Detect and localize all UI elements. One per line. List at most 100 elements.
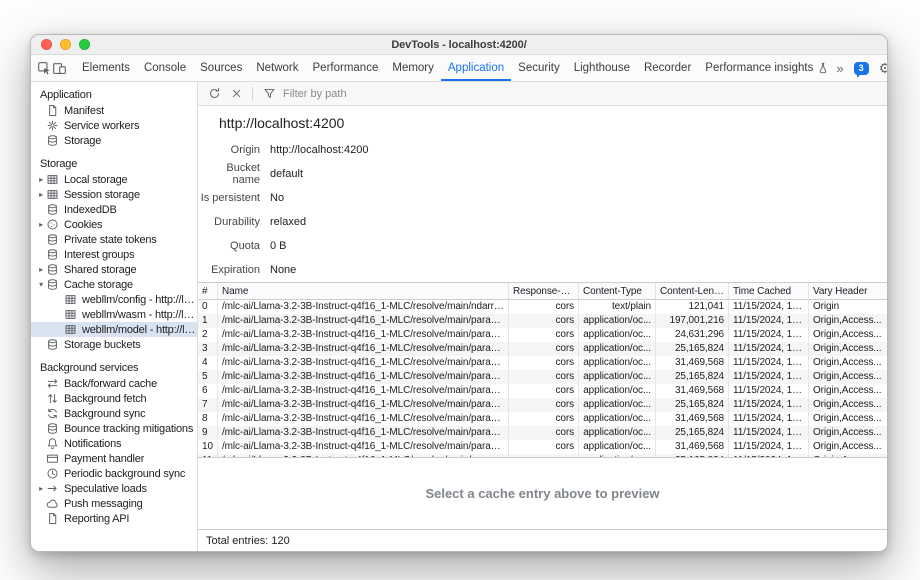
cache-entry-row[interactable]: 10/mlc-ai/Llama-3.2-3B-Instruct-q4f16_1-… — [198, 440, 887, 454]
sidebar-item-cookies[interactable]: ▸Cookies — [31, 217, 197, 232]
tab-security[interactable]: Security — [511, 55, 567, 81]
filter-by-path-input[interactable]: Filter by path — [259, 84, 347, 104]
console-messages-badge[interactable]: 3 — [854, 62, 869, 75]
inspect-element-icon[interactable] — [37, 55, 52, 81]
sidebar-item-indexeddb[interactable]: IndexedDB — [31, 202, 197, 217]
flask-icon — [817, 62, 829, 74]
sidebar-item-service-workers[interactable]: Service workers — [31, 118, 197, 133]
sidebar-item-label: Bounce tracking mitigations — [64, 423, 193, 435]
window-titlebar[interactable]: DevTools - localhost:4200/ — [31, 35, 887, 55]
expander-collapsed-icon[interactable]: ▸ — [36, 175, 46, 184]
expander-expanded-icon[interactable]: ▾ — [36, 280, 46, 289]
sidebar-item-private-state-tokens[interactable]: Private state tokens — [31, 232, 197, 247]
zoom-window-button[interactable] — [79, 39, 90, 50]
meta-row-expiration: ExpirationNone — [198, 258, 887, 282]
more-tabs-icon[interactable]: » — [836, 61, 843, 76]
expander-collapsed-icon[interactable]: ▸ — [36, 220, 46, 229]
column-header-response-type[interactable]: Response-Type — [509, 283, 579, 299]
cache-entry-row[interactable]: 6/mlc-ai/Llama-3.2-3B-Instruct-q4f16_1-M… — [198, 384, 887, 398]
tab-recorder[interactable]: Recorder — [637, 55, 698, 81]
column-header-content-type[interactable]: Content-Type — [579, 283, 656, 299]
sidebar-item-webllm-config-http-loc[interactable]: webllm/config - http://loc... — [31, 292, 197, 307]
cell-content-length: 24,631,296 — [656, 328, 729, 342]
cell-time-cached: 11/15/2024, 10... — [729, 384, 809, 398]
cache-entry-row[interactable]: 0/mlc-ai/Llama-3.2-3B-Instruct-q4f16_1-M… — [198, 300, 887, 314]
sidebar-item-speculative-loads[interactable]: ▸Speculative loads — [31, 481, 197, 496]
meta-label: Origin — [198, 144, 260, 156]
expander-collapsed-icon[interactable]: ▸ — [36, 484, 46, 493]
expander-collapsed-icon[interactable]: ▸ — [36, 265, 46, 274]
cell-time-cached: 11/15/2024, 10... — [729, 412, 809, 426]
column-header-content-length[interactable]: Content-Length — [656, 283, 729, 299]
device-toolbar-icon[interactable] — [52, 55, 67, 81]
cache-entry-row[interactable]: 1/mlc-ai/Llama-3.2-3B-Instruct-q4f16_1-M… — [198, 314, 887, 328]
sidebar-item-push-messaging[interactable]: Push messaging — [31, 496, 197, 511]
cloud-icon — [46, 497, 59, 510]
sidebar-item-webllm-wasm-http-loca[interactable]: webllm/wasm - http://loca... — [31, 307, 197, 322]
cell-content-type: application/oc... — [579, 342, 656, 356]
sidebar-item-label: Storage — [64, 135, 101, 147]
sidebar-item-notifications[interactable]: Notifications — [31, 436, 197, 451]
sidebar-item-interest-groups[interactable]: Interest groups — [31, 247, 197, 262]
table-body: 0/mlc-ai/Llama-3.2-3B-Instruct-q4f16_1-M… — [198, 300, 887, 457]
cell-vary-header: Origin,Access... — [809, 398, 887, 412]
sidebar-item-label: Interest groups — [64, 249, 134, 261]
tab-performance-insights[interactable]: Performance insights — [698, 55, 836, 81]
cache-entry-row[interactable]: 4/mlc-ai/Llama-3.2-3B-Instruct-q4f16_1-M… — [198, 356, 887, 370]
tab-label: Console — [144, 62, 186, 74]
cache-entry-row[interactable]: 5/mlc-ai/Llama-3.2-3B-Instruct-q4f16_1-M… — [198, 370, 887, 384]
cache-entry-row[interactable]: 3/mlc-ai/Llama-3.2-3B-Instruct-q4f16_1-M… — [198, 342, 887, 356]
tab-application[interactable]: Application — [441, 55, 511, 81]
cell-vary-header: Origin,Access... — [809, 426, 887, 440]
column-header-vary-header[interactable]: Vary Header — [809, 283, 887, 299]
sidebar-item-payment-handler[interactable]: Payment handler — [31, 451, 197, 466]
sidebar-item-manifest[interactable]: Manifest — [31, 103, 197, 118]
cell-response-type: cors — [509, 314, 579, 328]
cache-entry-row[interactable]: 2/mlc-ai/Llama-3.2-3B-Instruct-q4f16_1-M… — [198, 328, 887, 342]
cell-response-type: cors — [509, 440, 579, 454]
refresh-icon[interactable] — [204, 84, 224, 104]
tab-sources[interactable]: Sources — [193, 55, 249, 81]
tab-elements[interactable]: Elements — [75, 55, 137, 81]
meta-row-bucket-name: Bucket namedefault — [198, 162, 887, 186]
sidebar-item-background-fetch[interactable]: Background fetch — [31, 391, 197, 406]
cache-entry-row[interactable]: 8/mlc-ai/Llama-3.2-3B-Instruct-q4f16_1-M… — [198, 412, 887, 426]
delete-selected-icon[interactable] — [226, 84, 246, 104]
tab-label: Performance — [313, 62, 379, 74]
column-header-[interactable]: # — [198, 283, 218, 299]
sidebar-item-background-sync[interactable]: Background sync — [31, 406, 197, 421]
close-window-button[interactable] — [41, 39, 52, 50]
entries-footer: Total entries: 120 — [198, 529, 887, 551]
sidebar-item-local-storage[interactable]: ▸Local storage — [31, 172, 197, 187]
sidebar-item-bounce-tracking-mitigations[interactable]: Bounce tracking mitigations — [31, 421, 197, 436]
sidebar-item-reporting-api[interactable]: Reporting API — [31, 511, 197, 526]
tab-memory[interactable]: Memory — [385, 55, 441, 81]
cell-vary-header: Origin,Access... — [809, 412, 887, 426]
tab-performance[interactable]: Performance — [306, 55, 386, 81]
tab-network[interactable]: Network — [249, 55, 305, 81]
cell-content-type: application/oc... — [579, 384, 656, 398]
sidebar-item-cache-storage[interactable]: ▾ Cache storage — [31, 277, 197, 292]
minimize-window-button[interactable] — [60, 39, 71, 50]
tab-console[interactable]: Console — [137, 55, 193, 81]
sidebar-item-periodic-background-sync[interactable]: Periodic background sync — [31, 466, 197, 481]
sidebar-item-storage-buckets[interactable]: Storage buckets — [31, 337, 197, 352]
sidebar-item-webllm-model-http-loc[interactable]: webllm/model - http://loc... — [31, 322, 197, 337]
column-header-name[interactable]: Name — [218, 283, 509, 299]
column-header-time-cached[interactable]: Time Cached — [729, 283, 809, 299]
sidebar-item-label: Session storage — [64, 189, 140, 201]
cache-entry-row[interactable]: 7/mlc-ai/Llama-3.2-3B-Instruct-q4f16_1-M… — [198, 398, 887, 412]
table-icon — [46, 173, 59, 186]
expander-collapsed-icon[interactable]: ▸ — [36, 190, 46, 199]
settings-gear-icon[interactable]: ⚙ — [879, 61, 888, 75]
sidebar-item-label: Cache storage — [64, 279, 133, 291]
sidebar-item-storage[interactable]: Storage — [31, 133, 197, 148]
sidebar-item-session-storage[interactable]: ▸ Session storage — [31, 187, 197, 202]
cell-content-type: application/oc... — [579, 356, 656, 370]
sidebar-item-shared-storage[interactable]: ▸Shared storage — [31, 262, 197, 277]
cache-entry-row[interactable]: 9/mlc-ai/Llama-3.2-3B-Instruct-q4f16_1-M… — [198, 426, 887, 440]
sidebar-item-back-forward-cache[interactable]: Back/forward cache — [31, 376, 197, 391]
cell-content-length: 121,041 — [656, 300, 729, 314]
tab-lighthouse[interactable]: Lighthouse — [567, 55, 637, 81]
cell-time-cached: 11/15/2024, 10... — [729, 440, 809, 454]
